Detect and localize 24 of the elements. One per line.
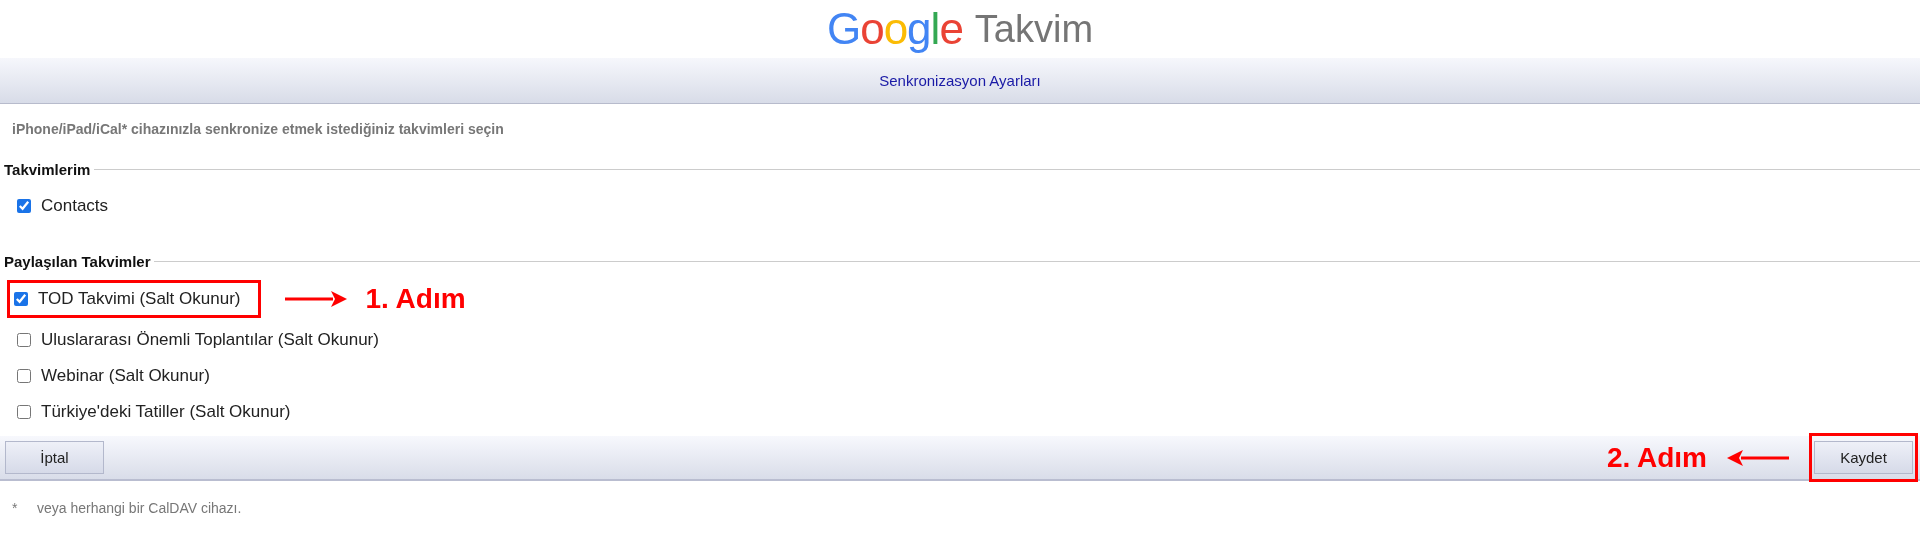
checkbox-label[interactable]: Uluslararası Önemli Toplantılar (Salt Okunur) xyxy=(41,330,379,350)
arrow-left-icon xyxy=(1727,449,1789,466)
step-label: 2. Adım xyxy=(1606,441,1707,474)
instruction-text: iPhone/iPad/iCal* cihazınızla senkronize etmek istediğiniz takvimleri seçin xyxy=(12,121,504,137)
product-name: Takvim xyxy=(974,10,1094,48)
checkbox-label[interactable]: Türkiye'deki Tatiller (Salt Okunur) xyxy=(41,402,291,422)
section-title: Takvimlerim xyxy=(4,160,91,178)
step-label: 1. Adım xyxy=(365,283,466,315)
page-title: Senkronizasyon Ayarları xyxy=(879,72,1041,89)
save-button[interactable]: Kaydet xyxy=(1814,441,1913,474)
checkbox[interactable] xyxy=(17,369,31,383)
footnote-mark: * xyxy=(12,500,19,516)
checkbox[interactable] xyxy=(14,292,28,306)
section-title: Paylaşılan Takvimler xyxy=(4,252,151,270)
arrow-right-icon xyxy=(285,291,348,307)
checkbox[interactable] xyxy=(17,199,31,213)
checkbox[interactable] xyxy=(17,333,31,347)
checkbox-label[interactable]: Contacts xyxy=(41,196,109,216)
cancel-button[interactable]: İptal xyxy=(5,441,104,474)
footnote-text: veya herhangi bir CalDAV cihazı. xyxy=(37,500,242,516)
checkbox-label[interactable]: Webinar (Salt Okunur) xyxy=(41,366,210,386)
brand-logo: Google xyxy=(826,7,963,51)
checkbox[interactable] xyxy=(17,405,31,419)
checkbox-label[interactable]: TOD Takvimi (Salt Okunur) xyxy=(38,289,241,309)
